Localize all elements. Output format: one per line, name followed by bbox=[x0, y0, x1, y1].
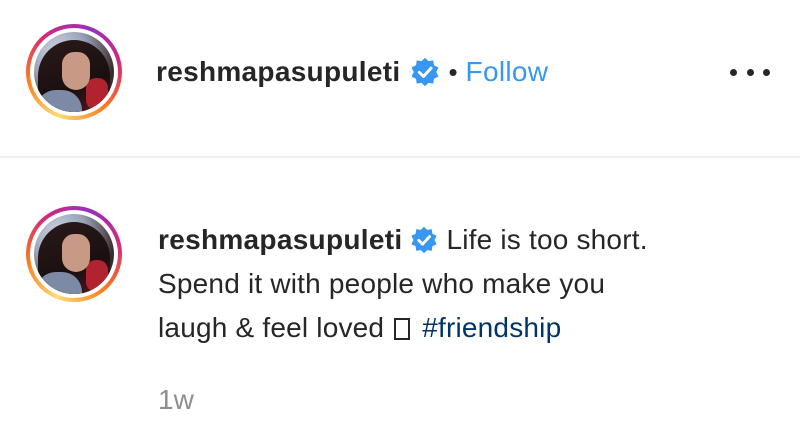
caption-username-link[interactable]: reshmapasupuleti bbox=[158, 224, 402, 255]
post-header: reshmapasupuleti • Follow bbox=[0, 0, 800, 158]
hashtag-link[interactable]: #friendship bbox=[422, 312, 561, 343]
caption-avatar[interactable] bbox=[26, 206, 122, 302]
verified-badge-icon bbox=[410, 57, 440, 87]
verified-badge-icon bbox=[410, 226, 438, 254]
avatar-photo bbox=[34, 32, 114, 112]
avatar-photo bbox=[34, 214, 114, 294]
header-username-link[interactable]: reshmapasupuleti bbox=[156, 56, 400, 88]
post-timestamp[interactable]: 1w bbox=[158, 384, 194, 416]
caption-text-line2: Spend it with people who make you bbox=[158, 268, 606, 299]
follow-button[interactable]: Follow bbox=[466, 56, 549, 88]
post-caption: reshmapasupuleti Life is too short. Spend… bbox=[158, 218, 758, 350]
instagram-post-panel: reshmapasupuleti • Follow reshmapasupule… bbox=[0, 0, 800, 439]
caption-line-3: laugh & feel loved #friendship bbox=[158, 306, 758, 350]
caption-text-line1: Life is too short. bbox=[446, 224, 648, 255]
caption-text-line3: laugh & feel loved bbox=[158, 312, 385, 343]
missing-emoji-icon bbox=[394, 318, 411, 340]
header-user-row: reshmapasupuleti • Follow bbox=[156, 50, 548, 94]
caption-line-1: reshmapasupuleti Life is too short. bbox=[158, 218, 758, 262]
more-options-icon[interactable] bbox=[730, 60, 770, 84]
profile-avatar[interactable] bbox=[26, 24, 122, 120]
separator-dot: • bbox=[448, 56, 458, 87]
